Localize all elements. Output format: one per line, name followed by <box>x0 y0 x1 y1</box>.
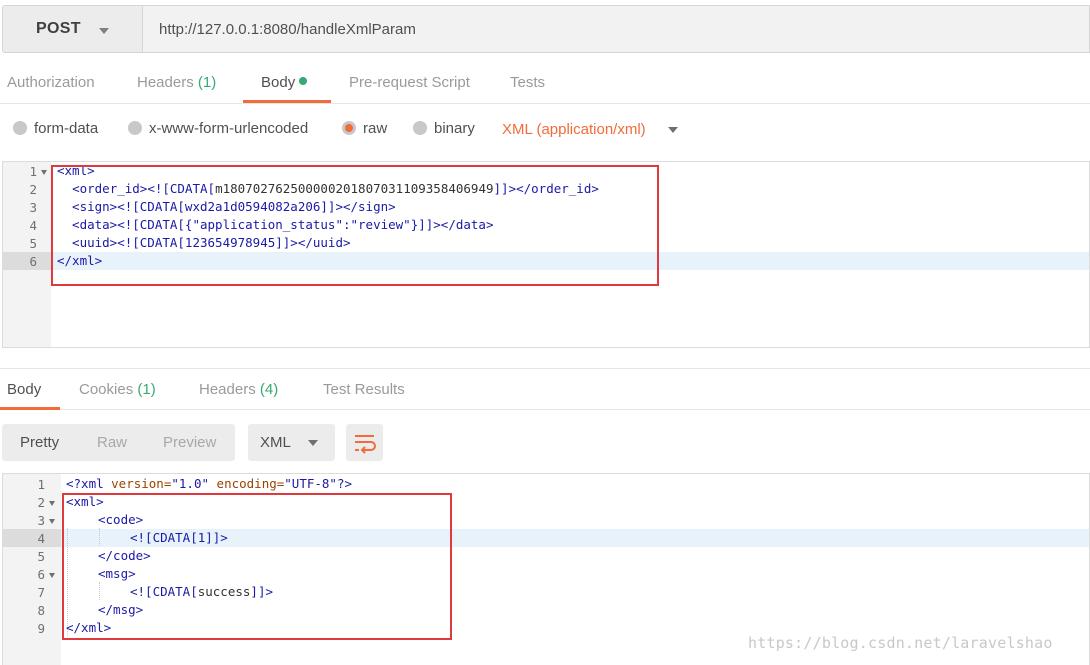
tab-label: Authorization <box>7 74 95 91</box>
fold-arrow-icon[interactable] <box>49 501 55 506</box>
line-number: 4 <box>29 218 37 233</box>
tab-count: (1) <box>197 74 217 91</box>
xml-attr: encoding= <box>209 476 285 491</box>
tab-label: Headers <box>137 74 194 91</box>
chevron-down-icon <box>99 28 109 34</box>
tab-label: Pre-request Script <box>349 74 470 91</box>
mode-pretty[interactable]: Pretty <box>20 434 59 451</box>
line-number: 3 <box>37 513 45 528</box>
tab-label: Cookies <box>79 381 134 398</box>
xml-attr: version= <box>111 476 172 491</box>
line-number: 4 <box>37 531 45 546</box>
url-input[interactable]: http://127.0.0.1:8080/handleXmlParam <box>142 5 1090 53</box>
active-dot-icon <box>299 77 308 85</box>
line-number: 7 <box>37 585 45 600</box>
radio-label-raw[interactable]: raw <box>363 120 387 137</box>
line-number: 8 <box>37 603 45 618</box>
request-body-editor[interactable]: 1 2 3 4 5 6 <xml> <order_id><![CDATA[m18… <box>2 161 1090 348</box>
highlight-box <box>62 493 452 640</box>
line-number: 2 <box>29 182 37 197</box>
radio-raw[interactable] <box>342 121 356 135</box>
xml-attr-value: "1.0" <box>171 476 210 491</box>
tab-cookies[interactable]: Cookies (1) <box>79 381 156 398</box>
line-number: 6 <box>29 254 37 269</box>
line-number: 5 <box>29 236 37 251</box>
format-label: XML <box>260 434 291 451</box>
response-toolbar: Pretty Raw Preview XML <box>0 424 1090 462</box>
view-mode-toggle: Pretty Raw Preview <box>2 424 235 461</box>
xml-attr-value: "UTF-8" <box>284 476 337 491</box>
tab-authorization[interactable]: Authorization <box>7 74 95 91</box>
line-number: 5 <box>37 549 45 564</box>
mode-raw[interactable]: Raw <box>97 434 127 451</box>
tab-label: Test Results <box>323 381 405 398</box>
wrap-lines-icon <box>355 435 376 454</box>
chevron-down-icon <box>308 440 318 446</box>
radio-label-form-data[interactable]: form-data <box>34 120 98 137</box>
tab-test-results[interactable]: Test Results <box>323 381 405 398</box>
body-type-selector: form-data x-www-form-urlencoded raw bina… <box>0 112 1090 148</box>
tab-count: (4) <box>259 381 279 398</box>
format-select[interactable]: XML <box>248 424 335 461</box>
tab-label: Tests <box>510 74 546 91</box>
active-tab-underline <box>243 100 331 103</box>
highlight-box <box>51 165 659 286</box>
wrap-lines-button[interactable] <box>346 424 383 461</box>
request-tabs: Authorization Headers (1) Body Pre-reque… <box>0 62 1090 104</box>
method-label: POST <box>36 20 81 37</box>
watermark: https://blog.csdn.net/laravelshao <box>748 634 1053 652</box>
xml-prolog: ?> <box>336 476 353 491</box>
fold-arrow-icon[interactable] <box>41 170 47 175</box>
tab-count: (1) <box>137 381 156 398</box>
tab-label: Headers <box>199 381 256 398</box>
tab-label: Body <box>261 74 296 91</box>
tab-response-headers[interactable]: Headers (4) <box>199 381 278 398</box>
fold-arrow-icon[interactable] <box>49 519 55 524</box>
radio-urlencoded[interactable] <box>128 121 142 135</box>
radio-label-binary[interactable]: binary <box>434 120 475 137</box>
tab-response-body[interactable]: Body <box>7 381 41 398</box>
line-number: 9 <box>37 621 45 636</box>
tab-tests[interactable]: Tests <box>510 74 545 91</box>
content-type-select[interactable]: XML (application/xml) <box>502 121 646 138</box>
line-number: 1 <box>37 477 45 492</box>
response-tabs: Body Cookies (1) Headers (4) Test Result… <box>0 368 1090 410</box>
tab-body[interactable]: Body <box>261 74 308 91</box>
chevron-down-icon[interactable] <box>668 127 678 133</box>
line-number: 1 <box>29 164 37 179</box>
mode-preview[interactable]: Preview <box>163 434 216 451</box>
xml-prolog: <?xml <box>66 476 112 491</box>
radio-binary[interactable] <box>413 121 427 135</box>
line-number: 3 <box>29 200 37 215</box>
fold-arrow-icon[interactable] <box>49 573 55 578</box>
radio-form-data[interactable] <box>13 121 27 135</box>
line-number: 6 <box>37 567 45 582</box>
active-tab-underline <box>0 407 60 410</box>
method-select[interactable]: POST <box>2 5 142 53</box>
line-number: 2 <box>37 495 45 510</box>
request-bar: POST http://127.0.0.1:8080/handleXmlPara… <box>0 0 1090 56</box>
radio-label-urlencoded[interactable]: x-www-form-urlencoded <box>149 120 308 137</box>
tab-label: Body <box>7 381 42 398</box>
tab-headers[interactable]: Headers (1) <box>137 74 216 91</box>
tab-pre-request-script[interactable]: Pre-request Script <box>349 74 470 91</box>
code-line: <?xml version="1.0" encoding="UTF-8"?> <box>66 475 352 493</box>
url-text: http://127.0.0.1:8080/handleXmlParam <box>159 21 416 38</box>
